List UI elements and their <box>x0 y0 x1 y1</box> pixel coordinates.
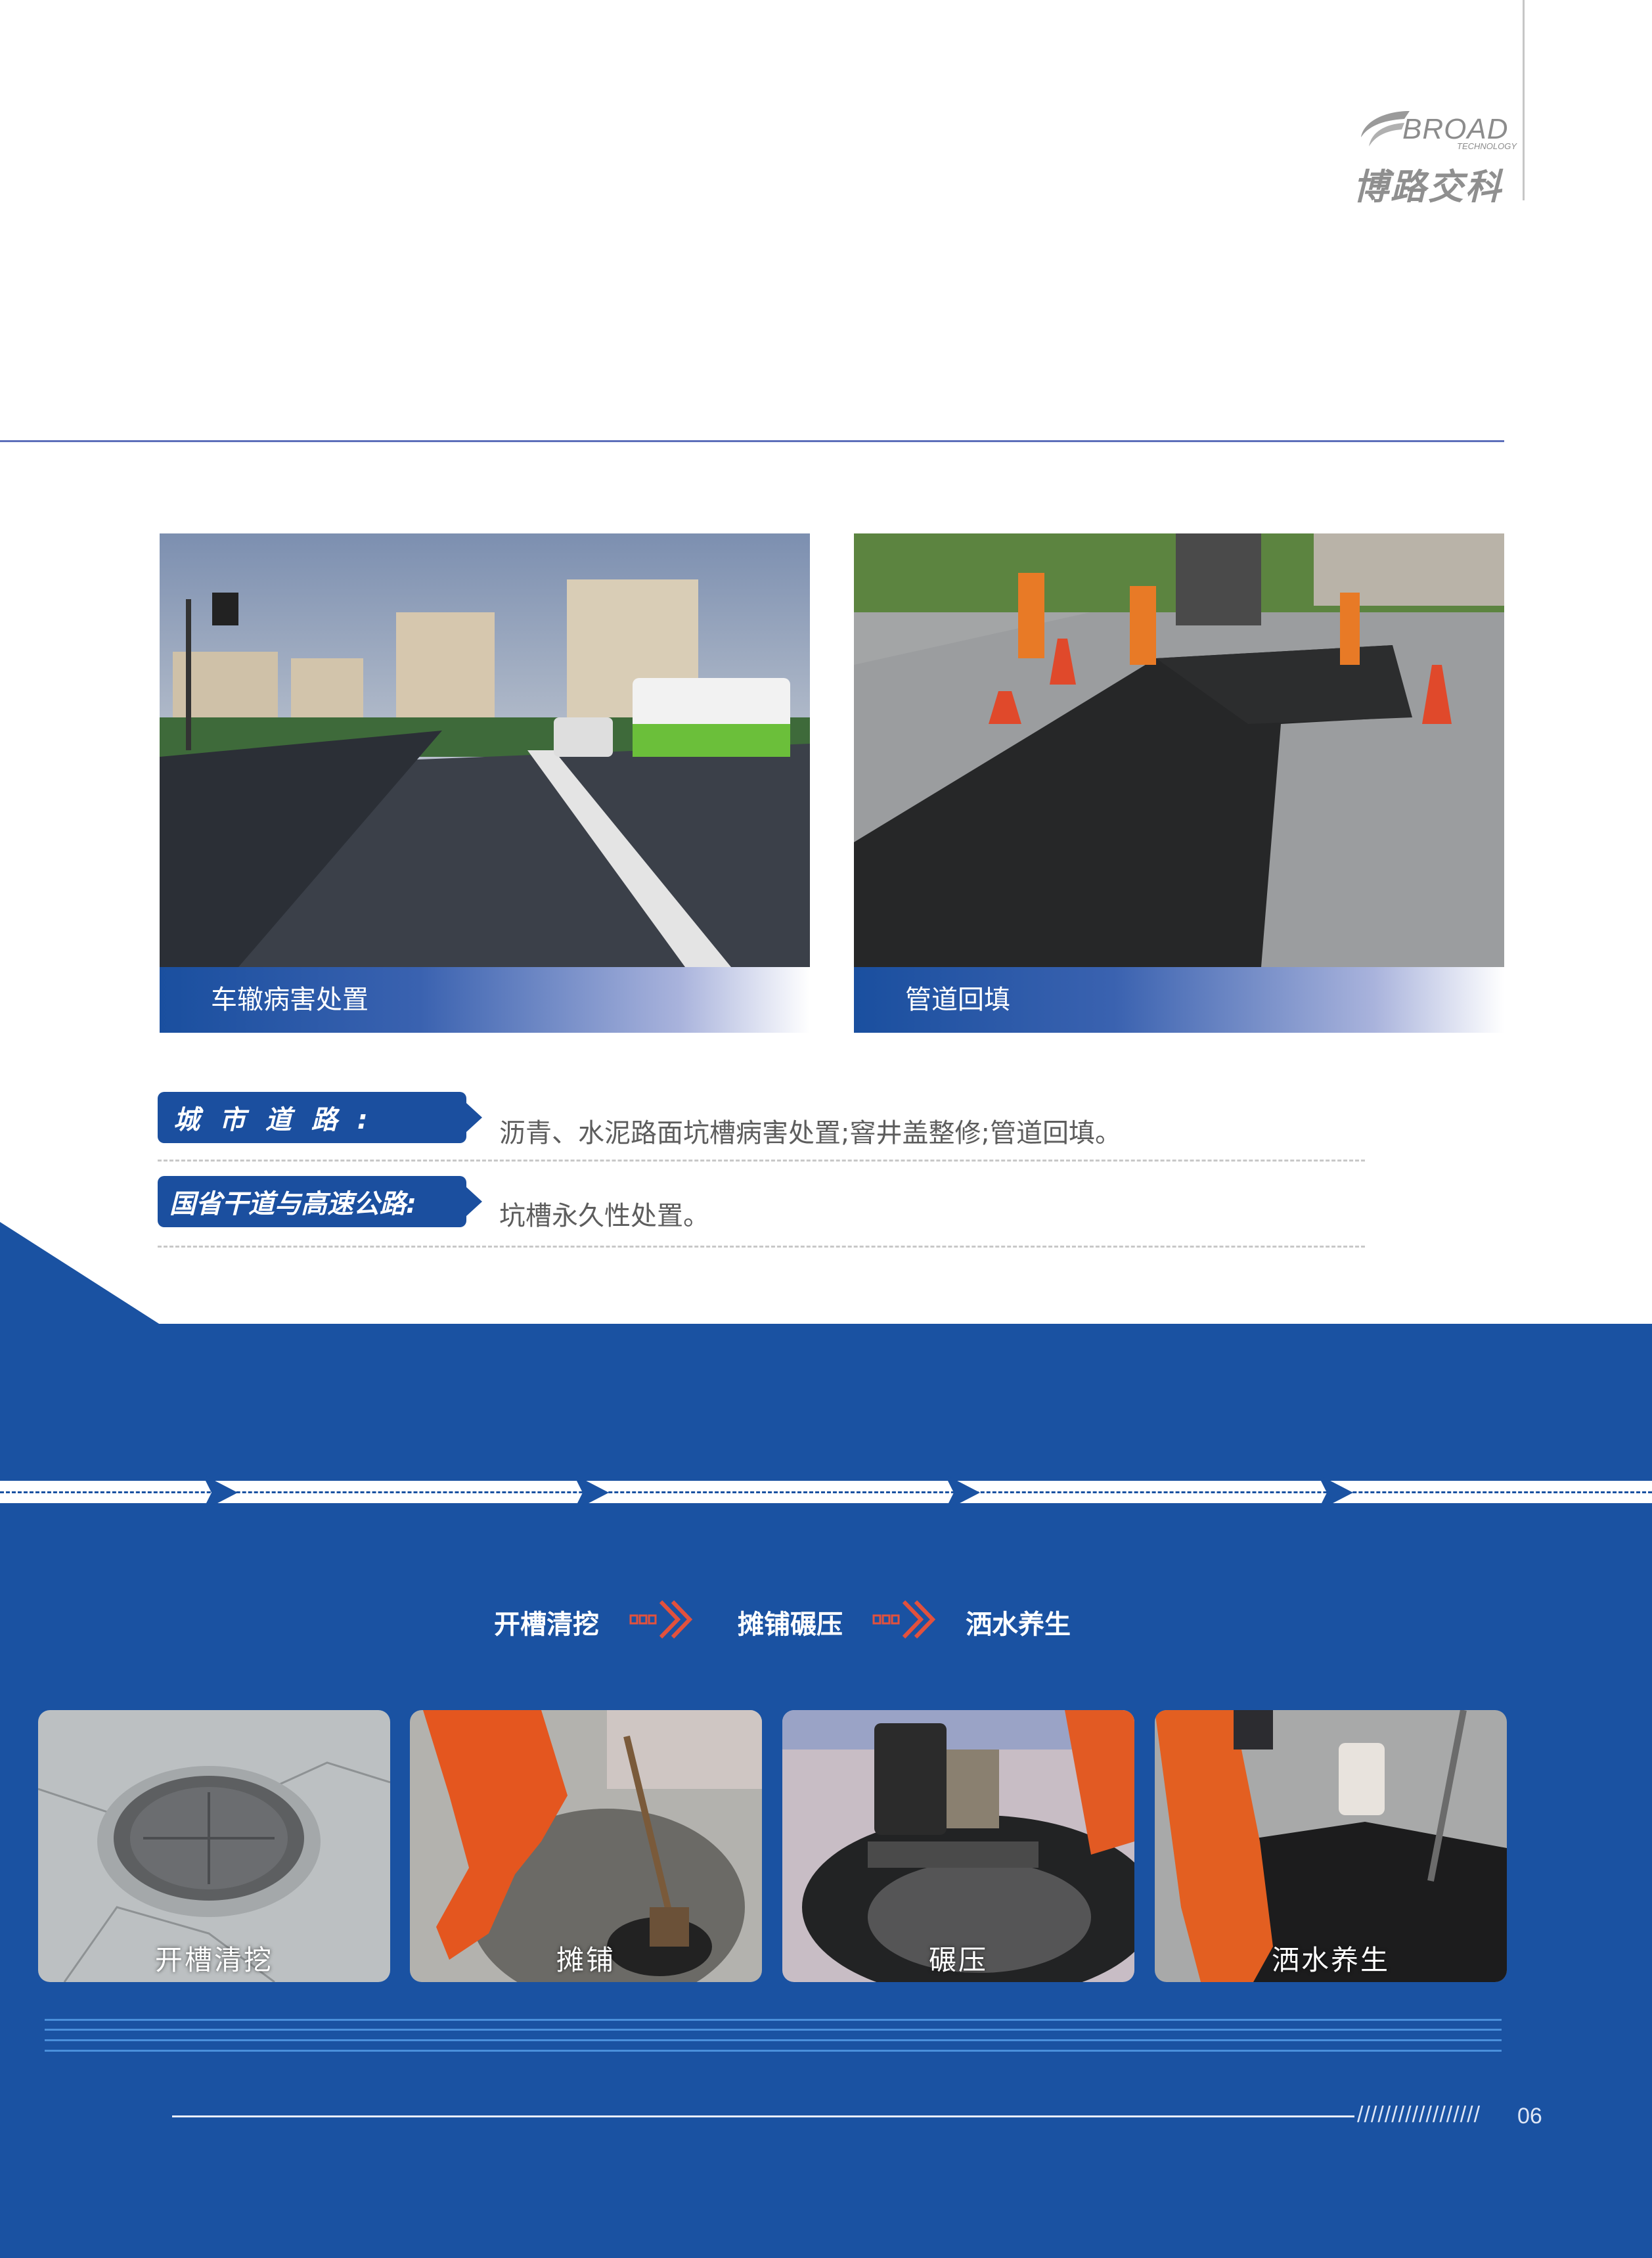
photo-rut-treatment <box>160 533 810 967</box>
stripe-arrow-icon <box>202 1474 238 1511</box>
caption-bar-2: 管道回填 <box>854 967 1504 1033</box>
header-rule <box>0 440 1504 442</box>
row-divider-2 <box>158 1246 1365 1248</box>
logo-english-sub: TECHNOLOGY <box>1457 141 1517 151</box>
blue-wedge-shape <box>0 1222 164 1327</box>
step-photo-trenching: 开槽清挖 <box>38 1710 390 1982</box>
footer-rule <box>172 2115 1354 2117</box>
double-chevron-icon <box>629 1600 693 1639</box>
step-photo-watering: 洒水养生 <box>1155 1710 1507 1982</box>
stripe-arrow-icon <box>573 1474 609 1511</box>
street-scene-image <box>160 533 810 967</box>
decor-line-4 <box>45 2050 1502 2052</box>
photo-pipe-backfill <box>854 533 1504 967</box>
flow-step-2: 摊铺碾压 <box>738 1610 843 1640</box>
decor-line-1 <box>45 2019 1502 2021</box>
tag-arrow-icon <box>466 1187 482 1216</box>
decor-line-3 <box>45 2039 1502 2041</box>
flow-step-1: 开槽清挖 <box>494 1610 599 1640</box>
category-desc-highway: 坑槽永久性处置。 <box>499 1201 709 1231</box>
category-tag-urban: 城 市 道 路 : <box>158 1092 482 1143</box>
step-label-paving: 摊铺 <box>556 1944 615 1976</box>
step-label-watering: 洒水养生 <box>1271 1944 1390 1976</box>
step-photo-paving: 摊铺 <box>410 1710 762 1982</box>
step-photo-compaction: 碾压 <box>782 1710 1134 1982</box>
row-divider-1 <box>158 1160 1365 1162</box>
category-tag-highway-label: 国省干道与高速公路: <box>158 1176 466 1227</box>
page-number: 06 <box>1517 2104 1542 2129</box>
caption-rut-treatment: 车辙病害处置 <box>211 985 368 1015</box>
logo-chinese: 博路交科 <box>1353 166 1503 208</box>
category-desc-urban: 沥青、水泥路面坑槽病害处置;窨井盖整修;管道回填。 <box>499 1118 1121 1148</box>
paving-scene-image <box>854 533 1504 967</box>
category-tag-urban-label: 城 市 道 路 : <box>158 1092 466 1143</box>
stripe-arrow-icon <box>945 1474 980 1511</box>
flow-step-3: 洒水养生 <box>966 1610 1071 1640</box>
footer-slashes: ////////////////// <box>1357 2102 1481 2127</box>
process-stripe-dashes <box>0 1491 1652 1493</box>
caption-pipe-backfill: 管道回填 <box>905 985 1010 1015</box>
step-label-compaction: 碾压 <box>928 1944 988 1976</box>
category-tag-highway: 国省干道与高速公路: <box>158 1176 482 1227</box>
caption-bar-1: 车辙病害处置 <box>160 967 810 1033</box>
double-chevron-icon <box>872 1600 936 1639</box>
header-divider <box>1523 0 1525 200</box>
stripe-arrow-icon <box>1318 1474 1353 1511</box>
step-label-trenching: 开槽清挖 <box>154 1944 273 1976</box>
decor-line-2 <box>45 2029 1502 2031</box>
tag-arrow-icon <box>466 1103 482 1132</box>
